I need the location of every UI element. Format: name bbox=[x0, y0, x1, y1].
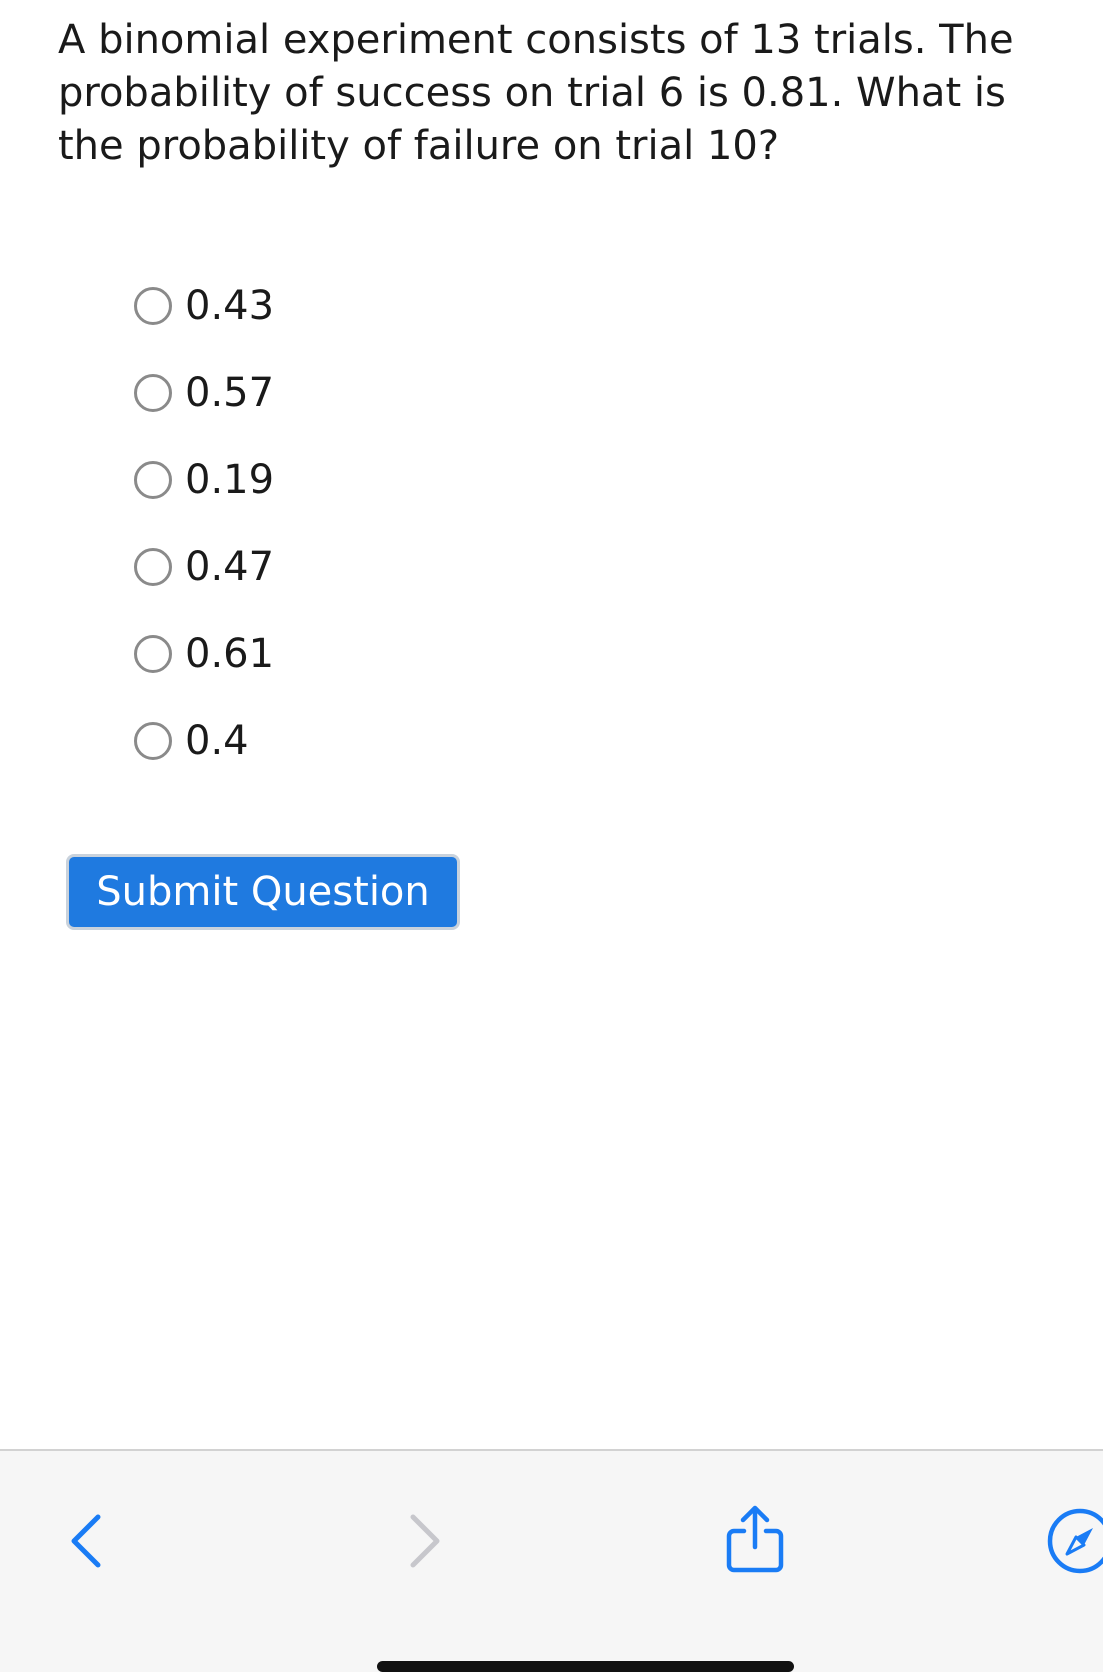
option-item[interactable]: 0.43 bbox=[134, 262, 274, 349]
option-label: 0.47 bbox=[185, 543, 275, 590]
radio-button[interactable] bbox=[134, 460, 172, 499]
answer-options: 0.43 0.57 0.19 0.47 0.61 0.4 bbox=[134, 262, 274, 784]
compass-icon bbox=[1045, 1506, 1103, 1576]
option-label: 0.57 bbox=[185, 369, 275, 416]
option-item[interactable]: 0.19 bbox=[134, 436, 274, 523]
chevron-left-icon bbox=[66, 1511, 106, 1571]
submit-question-button[interactable]: Submit Question bbox=[66, 854, 460, 930]
home-indicator bbox=[377, 1661, 794, 1672]
radio-button[interactable] bbox=[134, 373, 172, 412]
question-text: A binomial experiment consists of 13 tri… bbox=[58, 17, 1014, 169]
option-label: 0.4 bbox=[185, 717, 249, 764]
radio-button[interactable] bbox=[134, 634, 172, 673]
option-item[interactable]: 0.4 bbox=[134, 697, 274, 784]
option-label: 0.19 bbox=[185, 456, 275, 503]
option-item[interactable]: 0.47 bbox=[134, 523, 274, 610]
safari-button[interactable] bbox=[1045, 1506, 1103, 1576]
chevron-right-icon bbox=[405, 1511, 445, 1571]
option-item[interactable]: 0.57 bbox=[134, 349, 274, 436]
option-item[interactable]: 0.61 bbox=[134, 610, 274, 697]
radio-button[interactable] bbox=[134, 721, 172, 760]
back-button[interactable] bbox=[56, 1511, 116, 1571]
share-button[interactable] bbox=[720, 1501, 790, 1576]
radio-button[interactable] bbox=[134, 286, 172, 325]
radio-button[interactable] bbox=[134, 547, 172, 586]
forward-button[interactable] bbox=[395, 1511, 455, 1571]
share-icon bbox=[724, 1503, 786, 1575]
option-label: 0.61 bbox=[185, 630, 275, 677]
browser-toolbar bbox=[0, 1449, 1103, 1672]
option-label: 0.43 bbox=[185, 282, 275, 329]
